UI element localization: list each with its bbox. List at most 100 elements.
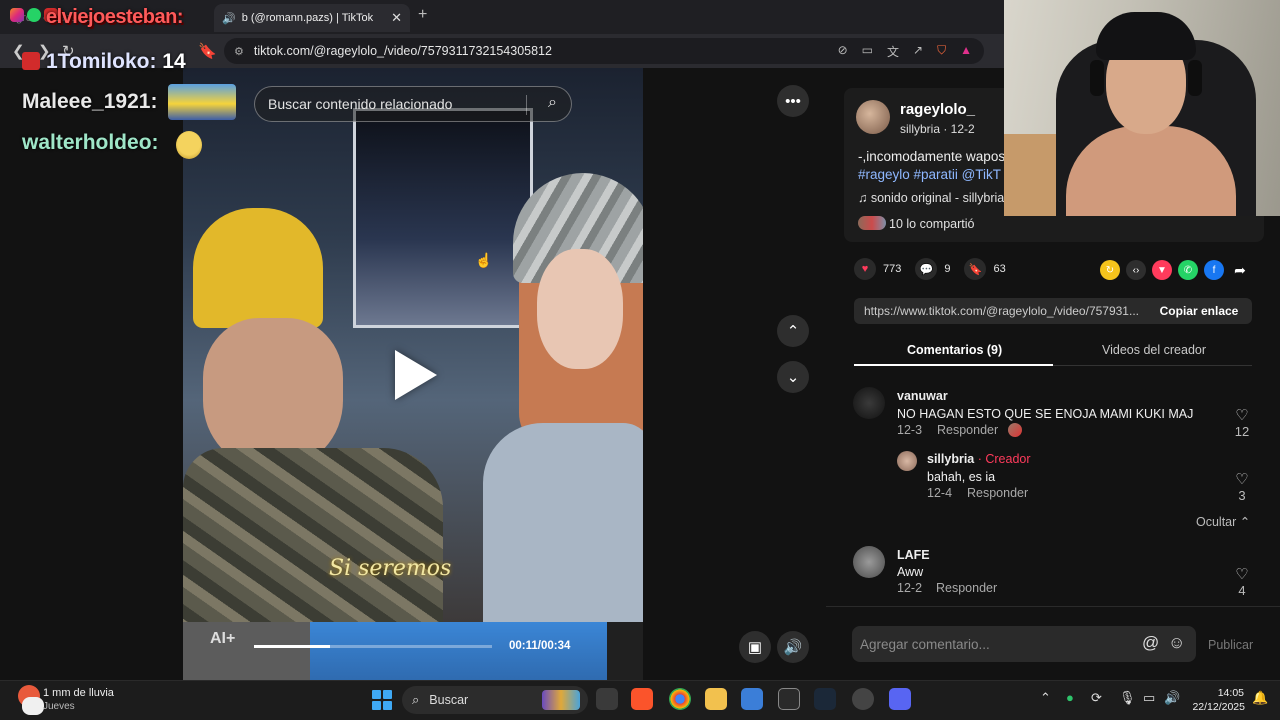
- microphone-icon[interactable]: 🎙: [1119, 690, 1136, 706]
- post-link[interactable]: https://www.tiktok.com/@rageylolo_/video…: [864, 304, 1142, 318]
- task-view-icon[interactable]: [596, 688, 618, 710]
- copy-link-box: https://www.tiktok.com/@rageylolo_/video…: [854, 298, 1252, 324]
- cast-icon[interactable]: ▭: [862, 43, 873, 60]
- epic-games-icon[interactable]: [778, 688, 800, 710]
- chevron-down-icon: ⌄: [786, 369, 800, 386]
- microsoft-store-icon[interactable]: [741, 688, 763, 710]
- pip-button[interactable]: ▣: [739, 631, 771, 663]
- url-bar[interactable]: ⚙ tiktok.com/@rageylolo_/video/757931173…: [224, 38, 984, 64]
- hide-label: Ocultar: [1196, 515, 1237, 529]
- hide-replies-button[interactable]: Ocultar ⌃: [1196, 514, 1250, 529]
- emoji-icon[interactable]: ☺: [1168, 633, 1185, 653]
- chat-user: Maleee_1921:: [22, 90, 158, 113]
- post-sound[interactable]: ♫ sonido original - sillybria: [858, 191, 1004, 205]
- video-time: 00:11/00:34: [509, 640, 571, 652]
- url-text: tiktok.com/@rageylolo_/video/75793117321…: [253, 44, 552, 58]
- repost-icon[interactable]: ↻: [1100, 260, 1120, 280]
- taskbar-clock[interactable]: 14:05: [1204, 687, 1244, 699]
- reply-link[interactable]: Responder: [936, 581, 997, 595]
- bookmark-icon[interactable]: 🔖: [964, 258, 987, 280]
- comment-icon[interactable]: 💬: [915, 258, 938, 280]
- brave-browser-icon[interactable]: [631, 688, 653, 710]
- notification-icon[interactable]: 🔔: [1252, 690, 1268, 706]
- mention-icon[interactable]: @: [1142, 633, 1159, 653]
- copy-link-button[interactable]: Copiar enlace: [1146, 298, 1252, 324]
- file-explorer-icon[interactable]: [705, 688, 727, 710]
- creator-badge: · Creador: [977, 452, 1031, 466]
- heart-icon[interactable]: ♥: [854, 258, 876, 280]
- speaker-icon: 🔊: [222, 12, 236, 25]
- avatar[interactable]: [853, 387, 885, 419]
- video-bottom-thumb: [183, 622, 310, 680]
- previous-video-button[interactable]: ⌃: [777, 315, 809, 347]
- publish-button[interactable]: Publicar: [1208, 638, 1253, 652]
- post-tags[interactable]: #rageylo #paratii @TikT: [858, 167, 1001, 182]
- search-icon[interactable]: ⌕: [548, 94, 557, 112]
- comment-like[interactable]: ♡ 3: [1230, 470, 1254, 503]
- next-video-button[interactable]: ⌄: [777, 361, 809, 393]
- translate-icon[interactable]: 文: [887, 43, 899, 60]
- creator-username[interactable]: rageylolo_: [900, 101, 975, 118]
- avatar[interactable]: [853, 546, 885, 578]
- share-icon[interactable]: ↗: [913, 43, 923, 60]
- shield-icon[interactable]: ⛉: [937, 43, 946, 60]
- comment-like-count: 12: [1234, 424, 1250, 439]
- creator-avatar[interactable]: [856, 100, 890, 134]
- active-tab-indicator: [854, 364, 1053, 366]
- rewards-icon[interactable]: ▲: [960, 43, 972, 60]
- tracking-icon[interactable]: ⊘: [838, 43, 848, 60]
- volume-icon[interactable]: 🔊: [1164, 690, 1180, 706]
- tab-creator-videos[interactable]: Videos del creador: [1102, 343, 1206, 357]
- avatar[interactable]: [897, 451, 917, 471]
- whatsapp-icon[interactable]: ✆: [1178, 260, 1198, 280]
- weather-cloud: [22, 697, 44, 715]
- tab-comments[interactable]: Comentarios (9): [907, 343, 1002, 357]
- chat-message: Maleee_1921:: [22, 90, 157, 114]
- close-icon[interactable]: ✕: [391, 10, 402, 26]
- status-dot-icon[interactable]: ●: [1066, 690, 1074, 705]
- reply-username[interactable]: sillybria · Creador: [927, 452, 1031, 466]
- reply-link[interactable]: Responder: [967, 486, 1028, 500]
- bookmark-icon[interactable]: 🔖: [198, 42, 217, 60]
- comment-date: 12-2: [897, 581, 923, 595]
- comment-like[interactable]: ♡ 4: [1230, 565, 1254, 598]
- facebook-icon[interactable]: f: [1204, 260, 1224, 280]
- comment-username[interactable]: vanuwar: [897, 389, 948, 403]
- chat-user: walterholdeo:: [22, 131, 159, 154]
- discord-icon[interactable]: [889, 688, 911, 710]
- chevron-up-icon[interactable]: ⌃: [1040, 690, 1051, 706]
- weather-icon[interactable]: [16, 683, 44, 717]
- comment-username[interactable]: LAFE: [897, 548, 930, 562]
- webcam-hair: [1096, 12, 1196, 60]
- video-progress-fill: [254, 645, 331, 648]
- weather-text[interactable]: 1 mm de lluvia: [43, 687, 114, 699]
- shared-by[interactable]: 10 lo compartió: [858, 216, 974, 231]
- windows-start-icon[interactable]: [372, 690, 392, 710]
- share-arrow-icon[interactable]: ➦: [1230, 260, 1250, 280]
- embed-icon[interactable]: ‹›: [1126, 260, 1146, 280]
- taskbar-search[interactable]: ⌕ Buscar: [402, 686, 588, 714]
- site-settings-icon[interactable]: ⚙: [234, 45, 244, 58]
- sync-icon[interactable]: ⟳: [1091, 690, 1102, 706]
- comment-like[interactable]: ♡ 12: [1230, 406, 1254, 439]
- tab-tiktok[interactable]: 🔊 b (@romann.pazs) | TikTok ✕: [214, 4, 410, 32]
- screen: grow - Mensajes 🔊 b (@romann.pazs) | Tik…: [0, 0, 1280, 720]
- send-icon[interactable]: ▼: [1152, 260, 1172, 280]
- taskbar-date[interactable]: 22/12/2025: [1185, 701, 1245, 713]
- related-search-input[interactable]: Buscar contenido relacionado ⌕: [254, 86, 572, 122]
- obs-icon[interactable]: [852, 688, 874, 710]
- more-options-button[interactable]: •••: [777, 85, 809, 117]
- hoodie-right: [483, 423, 643, 622]
- volume-button[interactable]: 🔊: [777, 631, 809, 663]
- video-progress-bar[interactable]: [254, 645, 492, 648]
- video-player[interactable]: Si seremos: [183, 68, 643, 622]
- comment-date: 12-4: [927, 486, 953, 500]
- play-icon[interactable]: [395, 350, 437, 400]
- new-tab-button[interactable]: +: [418, 6, 427, 24]
- reply-link[interactable]: Responder: [937, 423, 998, 437]
- comment-input[interactable]: Agregar comentario... @ ☺: [852, 626, 1196, 662]
- steam-icon[interactable]: [814, 688, 836, 710]
- taskbar-search-label: Buscar: [429, 693, 469, 707]
- network-icon[interactable]: ▭: [1143, 690, 1155, 706]
- chrome-icon[interactable]: [669, 688, 691, 710]
